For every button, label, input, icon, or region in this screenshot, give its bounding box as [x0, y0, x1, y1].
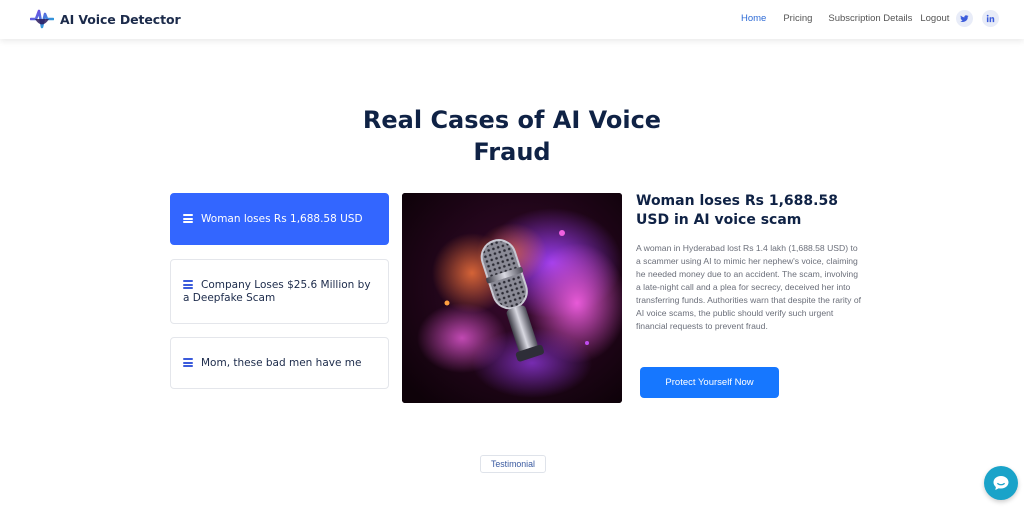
case-tab-company-deepfake[interactable]: Company Loses $25.6 Million by a Deepfak… — [170, 259, 389, 324]
menu-icon — [183, 280, 193, 289]
nav-home-link[interactable]: Home — [741, 13, 766, 24]
chat-widget-button[interactable] — [984, 466, 1018, 500]
linkedin-icon[interactable] — [982, 10, 999, 27]
chat-bubble-icon — [993, 476, 1009, 490]
brand-logo[interactable]: AI Voice Detector — [30, 8, 181, 30]
page-title: Real Cases of AI Voice Fraud — [362, 106, 662, 166]
main-nav: Home Pricing Subscription Details Logout — [741, 13, 949, 24]
case-tab-woman-loses[interactable]: Woman loses Rs 1,688.58 USD — [170, 193, 389, 245]
waveform-logo-icon — [30, 9, 54, 29]
brand-name: AI Voice Detector — [60, 11, 181, 27]
nav-pricing-link[interactable]: Pricing — [783, 13, 812, 24]
case-tab-label: Company Loses $25.6 Million by a Deepfak… — [183, 278, 371, 304]
nav-logout-link[interactable]: Logout — [920, 13, 949, 24]
case-tab-label: Mom, these bad men have me — [201, 356, 362, 369]
case-detail-body: A woman in Hyderabad lost Rs 1.4 lakh (1… — [636, 243, 861, 331]
microphone-smoke-image — [402, 193, 622, 403]
nav-subscription-link[interactable]: Subscription Details — [828, 13, 912, 24]
twitter-icon[interactable] — [956, 10, 973, 27]
case-image — [402, 193, 622, 403]
case-detail-title: Woman loses Rs 1,688.58 USD in AI voice … — [636, 193, 838, 228]
menu-icon — [183, 358, 193, 367]
top-navbar: AI Voice Detector Home Pricing Subscript… — [0, 0, 1024, 39]
case-tab-mom-bad-men[interactable]: Mom, these bad men have me — [170, 337, 389, 389]
protect-yourself-button[interactable]: Protect Yourself Now — [640, 367, 779, 398]
case-tab-label: Woman loses Rs 1,688.58 USD — [201, 212, 363, 225]
section-badge-testimonial: Testimonial — [480, 455, 546, 473]
menu-icon — [183, 214, 193, 223]
